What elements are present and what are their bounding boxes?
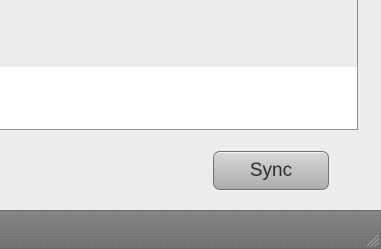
list-panel xyxy=(0,0,358,130)
sync-button[interactable]: Sync xyxy=(213,151,329,190)
bottom-bar xyxy=(0,210,381,249)
list-row[interactable] xyxy=(0,67,357,129)
list-row[interactable] xyxy=(0,0,357,67)
resize-grip[interactable] xyxy=(367,235,379,247)
window-surface: Sync xyxy=(0,0,381,210)
